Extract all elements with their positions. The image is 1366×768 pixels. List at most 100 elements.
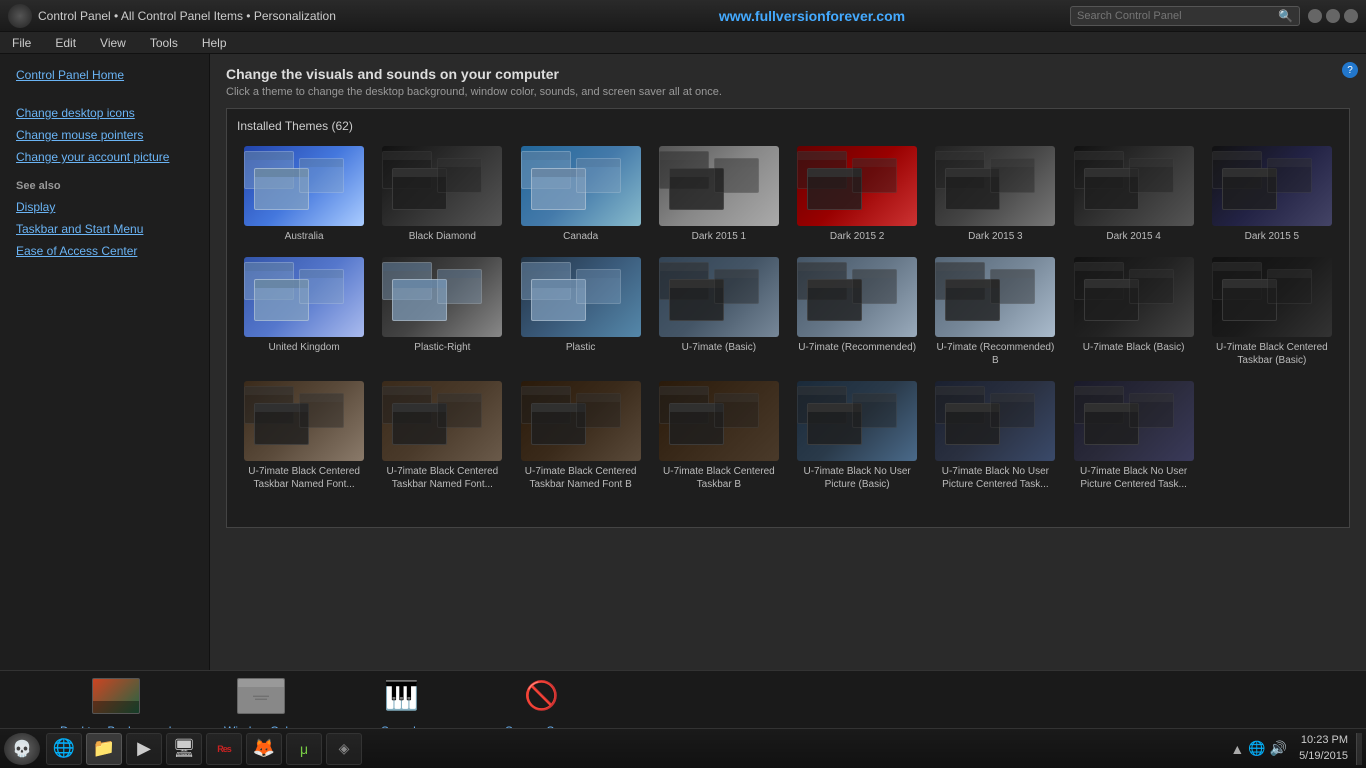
theme-item-u7b5[interactable]: U-7imate Black Centered Taskbar B: [652, 376, 786, 496]
theme-item-canada[interactable]: Canada: [514, 141, 648, 248]
theme-label: Canada: [563, 230, 598, 243]
theme-label: U-7imate Black No User Picture (Basic): [797, 465, 917, 491]
theme-label: Plastic-Right: [414, 341, 470, 354]
page-title: Change the visuals and sounds on your co…: [226, 66, 1350, 82]
sidebar-change-mouse-pointers[interactable]: Change mouse pointers: [0, 124, 209, 146]
taskbar-res[interactable]: Res: [206, 733, 242, 765]
theme-item-u7imate-black[interactable]: U-7imate Black (Basic): [1067, 252, 1201, 372]
theme-item-australia[interactable]: Australia: [237, 141, 371, 248]
tray-network[interactable]: 🌐: [1248, 740, 1265, 757]
minimize-button[interactable]: [1308, 9, 1322, 23]
taskbar-media[interactable]: ▶: [126, 733, 162, 765]
taskbar: 💀 🌐 📁 ▶ 🖥 Res 🦊 μ ◈ ▲ 🌐 🔊 10:23 PM 5/19/…: [0, 728, 1366, 768]
theme-item-dark2015-1[interactable]: Dark 2015 1: [652, 141, 786, 248]
theme-item-u7b6[interactable]: U-7imate Black No User Picture (Basic): [790, 376, 924, 496]
sidebar-change-desktop-icons[interactable]: Change desktop icons: [0, 102, 209, 124]
sidebar-ease-access[interactable]: Ease of Access Center: [0, 240, 209, 262]
search-box[interactable]: 🔍: [1070, 6, 1300, 26]
tray-arrow[interactable]: ▲: [1230, 741, 1244, 757]
theme-label: U-7imate (Basic): [682, 341, 756, 354]
desktop-background-icon: [92, 672, 140, 720]
theme-item-uk[interactable]: United Kingdom: [237, 252, 371, 372]
taskbar-app5[interactable]: ◈: [326, 733, 362, 765]
window-controls: [1308, 9, 1358, 23]
theme-item-u7imate-blackct[interactable]: U-7imate Black Centered Taskbar (Basic): [1205, 252, 1339, 372]
theme-label: Dark 2015 4: [1106, 230, 1160, 243]
search-input[interactable]: [1077, 10, 1278, 22]
theme-item-u7b8[interactable]: U-7imate Black No User Picture Centered …: [1067, 376, 1201, 496]
taskbar-torrent[interactable]: μ: [286, 733, 322, 765]
taskbar-monitor[interactable]: 🖥: [166, 733, 202, 765]
tray-volume[interactable]: 🔊: [1270, 740, 1287, 757]
theme-item-black-diamond[interactable]: Black Diamond: [375, 141, 509, 248]
taskbar-firefox[interactable]: 🦊: [246, 733, 282, 765]
start-button[interactable]: 💀: [4, 733, 40, 765]
theme-label: Black Diamond: [409, 230, 476, 243]
see-also-title: See also: [0, 168, 209, 196]
search-icon: 🔍: [1278, 9, 1293, 23]
theme-label: U-7imate Black Centered Taskbar Named Fo…: [244, 465, 364, 491]
menu-edit[interactable]: Edit: [51, 34, 80, 52]
watermark: www.fullversionforever.com: [554, 8, 1070, 24]
sidebar-display[interactable]: Display: [0, 196, 209, 218]
main-container: Control Panel Home Change desktop icons …: [0, 54, 1366, 670]
sidebar-taskbar-startmenu[interactable]: Taskbar and Start Menu: [0, 218, 209, 240]
theme-item-plastic-right[interactable]: Plastic-Right: [375, 252, 509, 372]
theme-item-u7b4[interactable]: U-7imate Black Centered Taskbar Named Fo…: [514, 376, 648, 496]
theme-label: Australia: [285, 230, 324, 243]
menubar: File Edit View Tools Help: [0, 32, 1366, 54]
theme-item-u7imate-rec[interactable]: U-7imate (Recommended): [790, 252, 924, 372]
menu-help[interactable]: Help: [198, 34, 231, 52]
theme-item-dark2015-5[interactable]: Dark 2015 5: [1205, 141, 1339, 248]
close-button[interactable]: [1344, 9, 1358, 23]
screen-saver-icon: 🚫: [517, 672, 565, 720]
theme-label: U-7imate Black Centered Taskbar Named Fo…: [521, 465, 641, 491]
theme-label: U-7imate Black No User Picture Centered …: [1074, 465, 1194, 491]
taskbar-clock[interactable]: 10:23 PM 5/19/2015: [1291, 733, 1356, 764]
theme-label: Dark 2015 5: [1245, 230, 1299, 243]
window-color-icon: [237, 672, 285, 720]
sidebar: Control Panel Home Change desktop icons …: [0, 54, 210, 670]
theme-item-dark2015-4[interactable]: Dark 2015 4: [1067, 141, 1201, 248]
themes-grid: Australia Black Diamond Canada Dark 2015 1 D…: [237, 141, 1339, 496]
theme-label: Dark 2015 1: [692, 230, 746, 243]
taskbar-files[interactable]: 📁: [86, 733, 122, 765]
page-subtitle: Click a theme to change the desktop back…: [226, 86, 1350, 98]
theme-label: U-7imate Black Centered Taskbar B: [659, 465, 779, 491]
sounds-icon: 🎹: [377, 672, 425, 720]
taskbar-ie[interactable]: 🌐: [46, 733, 82, 765]
maximize-button[interactable]: [1326, 9, 1340, 23]
themes-container: Installed Themes (62) Australia Black Dia…: [226, 108, 1350, 528]
titlebar: Control Panel • All Control Panel Items …: [0, 0, 1366, 32]
clock-date: 5/19/2015: [1299, 749, 1348, 764]
menu-tools[interactable]: Tools: [146, 34, 182, 52]
app-logo: [8, 4, 32, 28]
theme-item-u7b7[interactable]: U-7imate Black No User Picture Centered …: [928, 376, 1062, 496]
help-icon[interactable]: ?: [1342, 62, 1358, 78]
menu-view[interactable]: View: [96, 34, 130, 52]
sidebar-control-panel-home[interactable]: Control Panel Home: [0, 64, 209, 86]
content-area: ? Change the visuals and sounds on your …: [210, 54, 1366, 670]
theme-label: U-7imate Black Centered Taskbar (Basic): [1212, 341, 1332, 367]
theme-label: U-7imate Black No User Picture Centered …: [935, 465, 1055, 491]
theme-item-dark2015-2[interactable]: Dark 2015 2: [790, 141, 924, 248]
show-desktop-button[interactable]: [1356, 733, 1362, 765]
theme-label: U-7imate Black (Basic): [1083, 341, 1185, 354]
theme-item-u7b2[interactable]: U-7imate Black Centered Taskbar Named Fo…: [237, 376, 371, 496]
theme-label: United Kingdom: [269, 341, 340, 354]
theme-label: Dark 2015 3: [968, 230, 1022, 243]
theme-label: U-7imate (Recommended) B: [935, 341, 1055, 367]
theme-item-u7imate-recb[interactable]: U-7imate (Recommended) B: [928, 252, 1062, 372]
theme-item-u7imate[interactable]: U-7imate (Basic): [652, 252, 786, 372]
theme-label: Plastic: [566, 341, 595, 354]
sidebar-change-account-picture[interactable]: Change your account picture: [0, 146, 209, 168]
theme-label: U-7imate Black Centered Taskbar Named Fo…: [382, 465, 502, 491]
breadcrumb: Control Panel • All Control Panel Items …: [38, 9, 554, 23]
themes-header: Installed Themes (62): [237, 119, 1339, 133]
theme-item-u7b3[interactable]: U-7imate Black Centered Taskbar Named Fo…: [375, 376, 509, 496]
taskbar-tray: ▲ 🌐 🔊: [1226, 740, 1291, 757]
theme-item-plastic[interactable]: Plastic: [514, 252, 648, 372]
theme-label: U-7imate (Recommended): [798, 341, 916, 354]
menu-file[interactable]: File: [8, 34, 35, 52]
theme-item-dark2015-3[interactable]: Dark 2015 3: [928, 141, 1062, 248]
